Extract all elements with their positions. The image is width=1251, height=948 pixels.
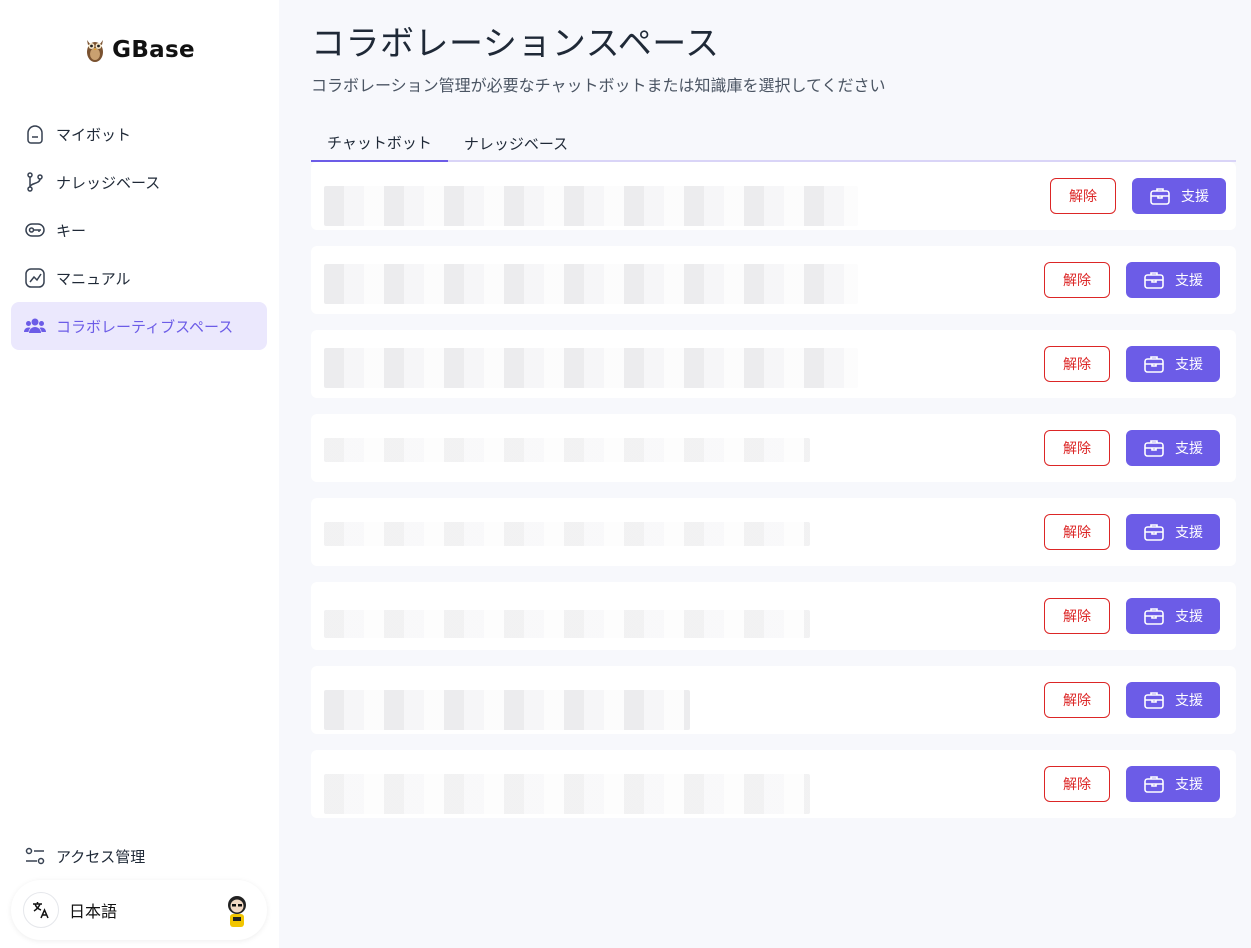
remove-button[interactable]: 解除: [1044, 766, 1110, 802]
support-button-label: 支援: [1181, 189, 1209, 205]
support-button-label: 支援: [1175, 609, 1203, 625]
row-actions: 解除 支援: [1044, 430, 1220, 466]
list-item: 解除 支援: [311, 330, 1236, 398]
briefcase-icon: [1149, 185, 1171, 207]
branch-icon: [24, 171, 46, 193]
list-item: 解除 支援: [311, 498, 1236, 566]
tab-knowledge-base[interactable]: ナレッジベース: [448, 124, 584, 162]
row-actions: 解除 支援: [1044, 682, 1220, 718]
sidebar-item-label: ナレッジベース: [56, 173, 161, 192]
support-button[interactable]: 支援: [1126, 262, 1220, 298]
row-actions: 解除 支援: [1044, 766, 1220, 802]
access-management-label: アクセス管理: [56, 847, 146, 866]
translate-icon: [23, 892, 59, 928]
blurred-content: [324, 438, 810, 462]
row-actions: 解除 支援: [1044, 262, 1220, 298]
sidebar-item-label: キー: [56, 221, 87, 240]
sidebar-item-label: マニュアル: [56, 269, 131, 288]
blurred-content: [324, 774, 810, 814]
settings-sliders-icon: [24, 845, 46, 867]
tab-bar: チャットボット ナレッジベース: [311, 124, 1236, 162]
logo-text: GBase: [112, 37, 195, 63]
remove-button[interactable]: 解除: [1044, 430, 1110, 466]
remove-button[interactable]: 解除: [1044, 514, 1110, 550]
support-button-label: 支援: [1175, 357, 1203, 373]
sidebar-item-my-bots[interactable]: マイボット: [11, 110, 267, 158]
list-item: 解除 支援: [311, 750, 1236, 818]
sidebar-item-access-management[interactable]: アクセス管理: [11, 834, 267, 878]
bot-icon: [24, 123, 46, 145]
support-button-label: 支援: [1175, 525, 1203, 541]
briefcase-icon: [1143, 689, 1165, 711]
support-button-label: 支援: [1175, 441, 1203, 457]
row-actions: 解除 支援: [1044, 346, 1220, 382]
list-item: 解除 支援: [311, 582, 1236, 650]
list-item: 解除 支援: [311, 666, 1236, 734]
chart-icon: [24, 267, 46, 289]
sidebar-item-manual[interactable]: マニュアル: [11, 254, 267, 302]
support-button[interactable]: 支援: [1132, 178, 1226, 214]
avatar[interactable]: [221, 893, 253, 929]
row-actions: 解除 支援: [1044, 514, 1220, 550]
briefcase-icon: [1143, 773, 1165, 795]
sidebar-item-label: マイボット: [56, 125, 132, 144]
page-title: コラボレーションスペース: [311, 24, 720, 64]
remove-button[interactable]: 解除: [1044, 682, 1110, 718]
briefcase-icon: [1143, 605, 1165, 627]
remove-button[interactable]: 解除: [1044, 598, 1110, 634]
support-button[interactable]: 支援: [1126, 766, 1220, 802]
blurred-content: [324, 610, 810, 638]
row-actions: 解除 支援: [1044, 598, 1220, 634]
blurred-content: [324, 522, 810, 546]
sidebar-item-collaborative-space[interactable]: コラボレーティブスペース: [11, 302, 267, 350]
list-item: 解除 支援: [311, 246, 1236, 314]
sidebar: GBase マイボット ナレッジベース キー マニュアル コラボレーティブスペー…: [0, 0, 279, 948]
tab-chatbot[interactable]: チャットボット: [311, 124, 448, 162]
support-button-label: 支援: [1175, 273, 1203, 289]
briefcase-icon: [1143, 353, 1165, 375]
support-button-label: 支援: [1175, 777, 1203, 793]
main-content: コラボレーションスペース コラボレーション管理が必要なチャットボットまたは知識庫…: [279, 0, 1251, 948]
users-icon: [24, 315, 46, 337]
support-button[interactable]: 支援: [1126, 430, 1220, 466]
owl-logo-icon: [87, 40, 104, 62]
logo[interactable]: GBase: [0, 36, 279, 64]
remove-button[interactable]: 解除: [1044, 346, 1110, 382]
sidebar-item-label: コラボレーティブスペース: [56, 317, 234, 336]
sidebar-item-keys[interactable]: キー: [11, 206, 267, 254]
remove-button[interactable]: 解除: [1044, 262, 1110, 298]
row-actions: 解除 支援: [1050, 178, 1226, 214]
key-icon: [24, 219, 46, 241]
blurred-content: [324, 186, 858, 226]
support-button[interactable]: 支援: [1126, 598, 1220, 634]
blurred-content: [324, 348, 858, 388]
blurred-content: [324, 690, 690, 730]
briefcase-icon: [1143, 269, 1165, 291]
support-button-label: 支援: [1175, 693, 1203, 709]
support-button[interactable]: 支援: [1126, 682, 1220, 718]
language-label: 日本語: [69, 902, 118, 921]
support-button[interactable]: 支援: [1126, 346, 1220, 382]
support-button[interactable]: 支援: [1126, 514, 1220, 550]
list-item: 解除 支援: [311, 162, 1236, 230]
remove-button[interactable]: 解除: [1050, 178, 1116, 214]
blurred-content: [324, 264, 858, 304]
sidebar-item-knowledge-base[interactable]: ナレッジベース: [11, 158, 267, 206]
briefcase-icon: [1143, 521, 1165, 543]
page-subtitle: コラボレーション管理が必要なチャットボットまたは知識庫を選択してください: [311, 76, 886, 95]
list-item: 解除 支援: [311, 414, 1236, 482]
language-switcher[interactable]: 日本語: [11, 880, 267, 940]
briefcase-icon: [1143, 437, 1165, 459]
sidebar-nav: マイボット ナレッジベース キー マニュアル コラボレーティブスペース: [11, 110, 267, 350]
